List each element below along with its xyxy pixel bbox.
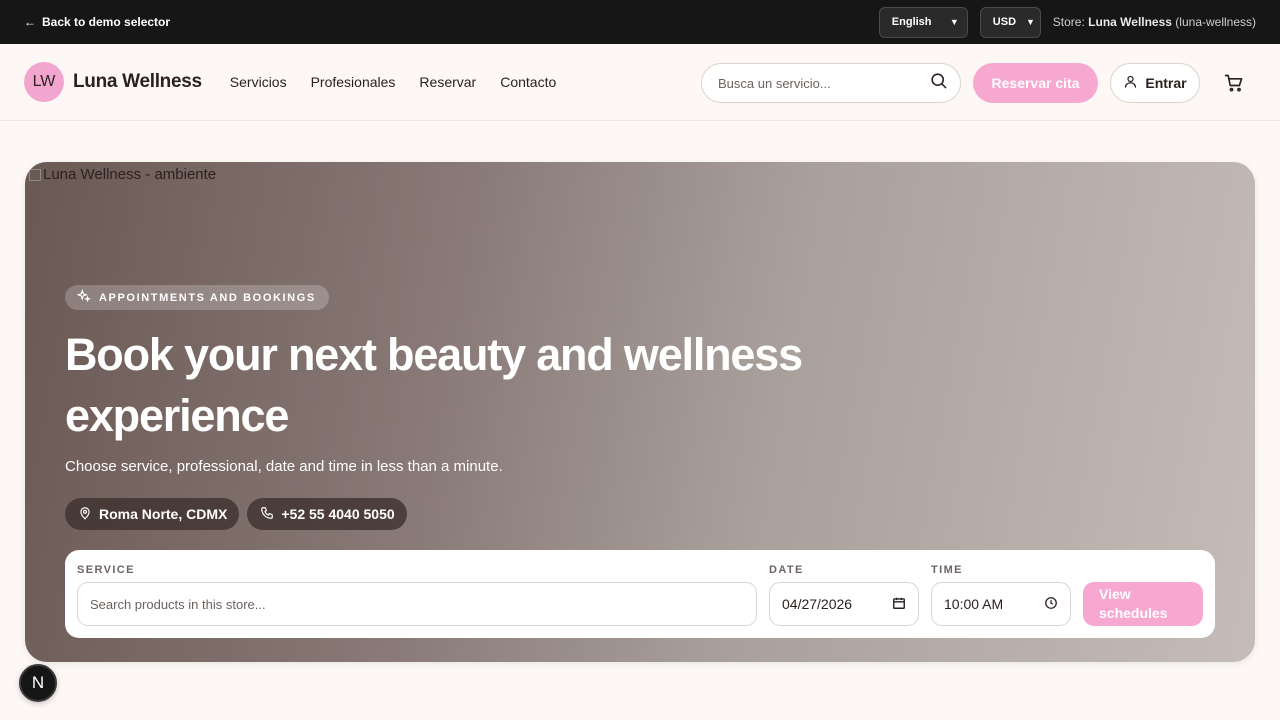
search-icon[interactable]: [929, 71, 948, 95]
currency-select[interactable]: USD ▼: [979, 6, 1041, 38]
main-nav: Servicios Profesionales Reservar Contact…: [230, 74, 556, 90]
hero-title: Book your next beauty and wellness exper…: [65, 329, 803, 441]
store-prefix: Store:: [1052, 15, 1089, 29]
location-text: Roma Norte, CDMX: [99, 506, 228, 522]
nav-item-servicios[interactable]: Servicios: [230, 74, 287, 90]
service-input[interactable]: [90, 596, 744, 612]
login-label: Entrar: [1145, 75, 1187, 91]
nav-item-reservar[interactable]: Reservar: [419, 74, 476, 90]
book-appointment-button[interactable]: Reservar cita: [973, 63, 1098, 103]
booking-form: SERVICE DATE 04/27/2026 TIME 10:00 AM Vi…: [65, 550, 1215, 638]
logo-name: Luna Wellness: [73, 71, 202, 92]
map-pin-icon: [78, 506, 92, 523]
language-select[interactable]: English ▼: [878, 6, 968, 38]
view-schedules-button[interactable]: View schedules: [1083, 582, 1203, 626]
user-icon: [1123, 74, 1138, 92]
language-value: English: [891, 16, 932, 28]
search-input[interactable]: [718, 75, 929, 91]
nav-item-profesionales[interactable]: Profesionales: [311, 74, 396, 90]
logo[interactable]: LW Luna Wellness: [24, 62, 202, 102]
back-link-label: Back to demo selector: [42, 15, 171, 29]
chevron-down-icon: ▼: [949, 17, 959, 27]
top-bar: ← Back to demo selector English ▼ USD ▼ …: [0, 0, 1280, 44]
calendar-icon[interactable]: [892, 596, 906, 613]
site-header: LW Luna Wellness Servicios Profesionales…: [0, 44, 1280, 121]
phone-text: +52 55 4040 5050: [281, 506, 395, 522]
store-info: Store: Luna Wellness (luna-wellness): [1053, 15, 1256, 29]
phone-icon: [260, 506, 274, 523]
store-slug: (luna-wellness): [1171, 15, 1256, 29]
currency-value: USD: [992, 16, 1017, 28]
clock-icon[interactable]: [1044, 596, 1058, 613]
phone-pill: +52 55 4040 5050: [247, 498, 407, 530]
contact-pills: Roma Norte, CDMX +52 55 4040 5050: [65, 498, 407, 530]
service-label: SERVICE: [77, 564, 135, 576]
date-label: DATE: [769, 564, 804, 576]
store-name: Luna Wellness: [1088, 15, 1172, 29]
login-button[interactable]: Entrar: [1110, 63, 1200, 103]
location-pill: Roma Norte, CDMX: [65, 498, 240, 530]
hero-eyebrow: APPOINTMENTS AND BOOKINGS: [65, 285, 329, 310]
time-label: TIME: [931, 564, 963, 576]
search-box: [701, 63, 961, 103]
broken-image-icon: [29, 168, 41, 181]
chevron-down-icon: ▼: [1026, 17, 1035, 27]
nav-item-contacto[interactable]: Contacto: [500, 74, 556, 90]
hero-image: Luna Wellness - ambiente: [29, 166, 216, 183]
arrow-left-icon: ←: [24, 15, 36, 29]
time-field[interactable]: 10:00 AM: [931, 582, 1071, 626]
logo-badge: LW: [24, 62, 64, 102]
dev-tools-badge[interactable]: N: [19, 664, 57, 702]
sparkle-icon: [76, 288, 91, 306]
service-field: [77, 582, 757, 626]
time-value: 10:00 AM: [944, 596, 1004, 612]
cart-icon[interactable]: [1222, 71, 1246, 95]
date-value: 04/27/2026: [782, 596, 853, 612]
date-field[interactable]: 04/27/2026: [769, 582, 919, 626]
hero-section: Luna Wellness - ambiente APPOINTMENTS AN…: [25, 162, 1255, 662]
hero-image-alt: Luna Wellness - ambiente: [43, 166, 217, 183]
hero-subtitle: Choose service, professional, date and t…: [65, 458, 503, 475]
back-to-demo-link[interactable]: ← Back to demo selector: [24, 15, 170, 29]
eyebrow-label: APPOINTMENTS AND BOOKINGS: [99, 291, 316, 304]
